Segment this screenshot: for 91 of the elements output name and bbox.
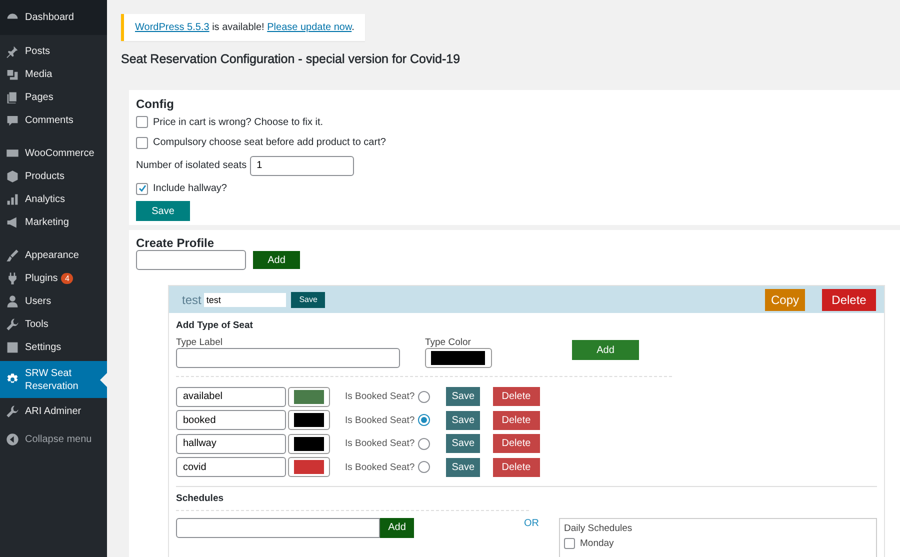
save-button[interactable]: Save [446,410,480,430]
person-icon [6,295,19,308]
delete-button[interactable]: Delete [492,434,540,453]
sidebar-item[interactable]: Appearance [0,244,107,267]
page-title: Seat Reservation Configuration - special version for Covid-19 [121,52,462,66]
brush-icon [6,249,19,262]
delete-button[interactable]: Delete [492,458,540,476]
checkbox-label: Include hallway? [153,183,227,194]
radio-label: Is Booked Seat? [345,414,415,426]
sidebar-item[interactable]: WooCommerce [0,142,107,165]
sidebar-item[interactable]: Comments [0,109,107,132]
color-picker[interactable] [288,457,330,477]
bar-chart-icon [6,193,19,206]
pages-icon [6,91,19,104]
wrench-icon [6,405,19,418]
save-button[interactable]: Save [446,458,480,476]
checkbox[interactable] [136,116,148,128]
radio-label: Is Booked Seat? [345,391,415,402]
section-heading: Add Type of Seat [176,320,254,331]
gear-icon [6,373,19,386]
wrench-icon [6,318,19,331]
config-heading: Config [136,97,175,111]
collapse-menu-button[interactable]: Collapse menu [0,428,107,451]
sidebar-item[interactable]: ARI Adminer [0,400,107,423]
sidebar-item[interactable]: Marketing [0,211,107,234]
sidebar-item[interactable]: Tools [0,313,107,336]
sidebar-item[interactable]: Products [0,165,107,188]
section-heading: Schedules [176,492,225,504]
speech-bubble-icon [6,114,19,127]
type-label-field[interactable] [176,348,400,368]
sidebar-item[interactable]: Posts [0,40,107,63]
notice-link[interactable]: WordPress 5.5.3 [135,22,210,33]
color-picker[interactable] [288,386,330,406]
save-button[interactable]: Save [291,292,326,308]
field-label: Type Color [425,337,472,348]
notice-text: is available! [211,22,266,33]
isolated-seats-field[interactable]: 1 [250,156,354,176]
update-count-badge: 4 [61,273,74,284]
delete-button[interactable]: Delete [492,410,540,430]
radio-label: Is Booked Seat? [345,462,415,472]
seat-type-name-field[interactable]: covid [176,457,286,477]
add-button[interactable]: Add [253,251,300,269]
sidebar-item[interactable]: SRW Seat Reservation [0,361,107,398]
delete-button[interactable]: Delete [492,387,540,406]
radio-button[interactable] [418,414,430,426]
add-button[interactable]: Add [572,340,639,360]
pin-icon [6,45,19,58]
checkbox-label: Monday [580,538,614,548]
seat-type-name-field[interactable]: availabel [176,386,286,406]
sidebar-item[interactable]: Dashboard [0,0,107,35]
sidebar-item[interactable]: Users [0,290,107,313]
media-icon [6,68,19,81]
radio-button[interactable] [418,438,430,450]
add-button[interactable]: Add [380,518,414,538]
seat-type-name-field[interactable]: hallway [176,434,286,454]
or-separator: OR [524,518,539,528]
radio-button[interactable] [418,461,430,473]
checkbox-label: Price in cart is wrong? Choose to fix it. [153,116,324,128]
schedule-field[interactable] [176,518,380,538]
field-label: Number of isolated seats [136,160,247,171]
notice-text: . [352,22,354,33]
sidebar-item[interactable]: Analytics [0,188,107,211]
profile-name: test [182,292,202,306]
sidebar-item[interactable]: Media [0,63,107,86]
checkbox[interactable] [564,538,575,548]
field-label: Type Label [176,337,224,348]
profile-name-field[interactable] [136,250,246,270]
plug-icon [6,272,19,285]
box-icon [6,170,19,183]
save-button[interactable]: Save [446,434,480,453]
checkbox-label: Compulsory choose seat before add product to cart? [153,137,386,148]
sidebar-item[interactable]: Pages [0,86,107,109]
radio-button[interactable] [418,390,430,402]
save-button[interactable]: Save [446,387,480,406]
profile-name-field[interactable]: test [204,292,286,306]
sidebar-item[interactable]: Plugins 4 [0,267,107,290]
delete-button[interactable]: Delete [822,288,876,310]
save-button[interactable]: Save [136,201,190,221]
create-profile-heading: Create Profile [136,236,216,250]
color-picker[interactable] [425,348,492,368]
daily-schedules-title: Daily Schedules [564,522,634,534]
color-picker[interactable] [288,434,330,454]
seat-type-name-field[interactable]: booked [176,410,286,430]
megaphone-icon [6,216,19,229]
checkbox[interactable] [136,136,148,148]
current-menu-pointer [100,373,107,387]
notice-link[interactable]: Please update now [267,22,352,33]
color-picker[interactable] [288,410,330,430]
radio-label: Is Booked Seat? [345,438,415,449]
sidebar-item[interactable]: Settings [0,336,107,359]
checkbox[interactable] [136,182,148,194]
